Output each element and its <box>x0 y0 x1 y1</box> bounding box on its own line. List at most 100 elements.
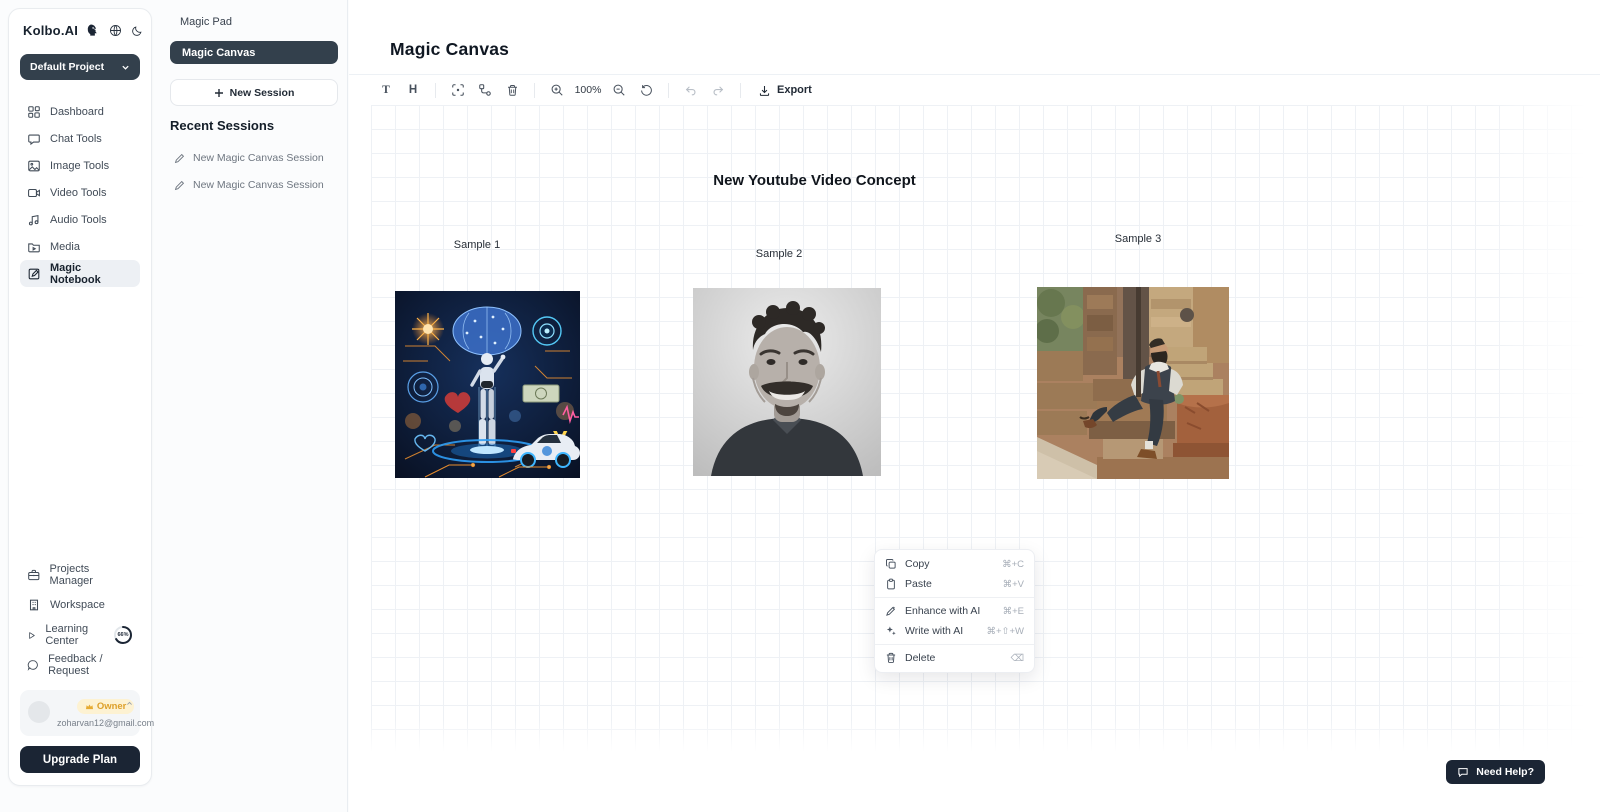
sample-2-label[interactable]: Sample 2 <box>724 248 834 260</box>
magic-canvas-item-selected[interactable]: Magic Canvas <box>170 41 338 64</box>
copy-icon <box>885 558 897 570</box>
context-menu-item-write-with-ai[interactable]: Write with AI ⌘+⇧+W <box>875 621 1034 641</box>
zoom-in-button[interactable] <box>546 79 568 101</box>
sidebar-item-audio-tools[interactable]: Audio Tools <box>20 206 140 233</box>
session-item-label: New Magic Canvas Session <box>193 179 324 191</box>
image-icon <box>27 159 41 173</box>
export-button[interactable]: Export <box>752 84 818 97</box>
context-menu-shortcut: ⌘+E <box>1003 606 1024 617</box>
context-menu-label: Delete <box>905 652 1003 664</box>
sidebar-item-projects-manager[interactable]: Projects Manager <box>20 560 140 590</box>
zoom-out-button[interactable] <box>608 79 630 101</box>
context-menu-item-enhance-with-ai[interactable]: Enhance with AI ⌘+E <box>875 601 1034 621</box>
sessions-panel: Magic Pad Magic Canvas New Session Recen… <box>152 0 348 812</box>
sidebar-item-learning-center[interactable]: Learning Center 66% <box>20 620 140 650</box>
main-area: Magic Canvas T H 100% <box>349 0 1600 812</box>
canvas-toolbar: T H 100% <box>349 74 1600 105</box>
undo-button[interactable] <box>680 79 702 101</box>
play-icon <box>27 629 36 642</box>
context-menu-item-delete[interactable]: Delete ⌫ <box>875 648 1034 668</box>
sidebar-item-media[interactable]: Media <box>20 233 140 260</box>
dashboard-icon <box>27 105 41 119</box>
chat-icon <box>27 132 41 146</box>
context-menu-shortcut: ⌘+C <box>1002 559 1024 570</box>
sidebar-item-video-tools[interactable]: Video Tools <box>20 179 140 206</box>
footer-item-label: Workspace <box>50 599 105 611</box>
sidebar: Kolbo.AI Default Project Dashboard <box>8 8 152 786</box>
sidebar-item-workspace[interactable]: Workspace <box>20 590 140 620</box>
recent-sessions-heading: Recent Sessions <box>170 118 274 133</box>
redo-icon <box>711 83 725 97</box>
export-label: Export <box>777 84 812 96</box>
sample-3-label[interactable]: Sample 3 <box>1083 233 1193 245</box>
enhance-ai-icon <box>885 605 897 617</box>
page-title: Magic Canvas <box>390 39 509 60</box>
plus-icon <box>214 88 224 98</box>
need-help-button[interactable]: Need Help? <box>1446 760 1545 784</box>
brand-logo: Kolbo.AI <box>23 23 78 38</box>
dark-mode-moon-icon[interactable] <box>131 25 143 37</box>
language-globe-icon[interactable] <box>109 24 122 37</box>
toolbar-divider <box>435 83 436 98</box>
delete-tool-button[interactable] <box>501 79 523 101</box>
footer-item-label: Feedback / Request <box>48 653 133 677</box>
sample-1-image[interactable]: ¥ <box>395 291 580 478</box>
session-item-label: New Magic Canvas Session <box>193 152 324 164</box>
sparkles-icon <box>885 625 897 637</box>
undo-icon <box>684 83 698 97</box>
app-window: Kolbo.AI Default Project Dashboard <box>0 0 1600 812</box>
sidebar-item-label: Audio Tools <box>50 214 107 226</box>
chevron-down-icon <box>121 63 130 72</box>
upgrade-plan-button[interactable]: Upgrade Plan <box>20 746 140 773</box>
brand-row: Kolbo.AI <box>20 23 140 38</box>
new-session-button[interactable]: New Session <box>170 79 338 106</box>
project-selector[interactable]: Default Project <box>20 54 140 80</box>
toolbar-divider <box>534 83 535 98</box>
heading-tool-button[interactable]: H <box>402 79 424 101</box>
crown-icon <box>85 703 94 710</box>
context-menu-shortcut: ⌘+⇧+W <box>986 626 1024 637</box>
sidebar-item-feedback-request[interactable]: Feedback / Request <box>20 650 140 680</box>
toolbar-divider <box>668 83 669 98</box>
session-item[interactable]: New Magic Canvas Session <box>174 179 344 191</box>
redo-button[interactable] <box>707 79 729 101</box>
sidebar-item-label: Magic Notebook <box>50 262 133 286</box>
user-email: zoharvan12@gmail.com <box>57 718 154 728</box>
magic-notebook-icon <box>27 267 41 281</box>
context-menu-label: Enhance with AI <box>905 605 995 617</box>
context-menu-item-paste[interactable]: Paste ⌘+V <box>875 574 1034 594</box>
sidebar-item-magic-notebook[interactable]: Magic Notebook <box>20 260 140 287</box>
learning-progress-ring: 66% <box>113 625 133 645</box>
sample-1-label[interactable]: Sample 1 <box>422 239 532 251</box>
sample-3-image[interactable] <box>1037 287 1229 479</box>
sidebar-item-dashboard[interactable]: Dashboard <box>20 98 140 125</box>
download-icon <box>758 84 771 97</box>
chevron-expand-icon[interactable] <box>126 700 133 707</box>
sidebar-item-label: Image Tools <box>50 160 109 172</box>
need-help-label: Need Help? <box>1476 766 1534 778</box>
sidebar-item-label: Chat Tools <box>50 133 102 145</box>
sidebar-item-chat-tools[interactable]: Chat Tools <box>20 125 140 152</box>
sidebar-item-label: Dashboard <box>50 106 104 118</box>
reset-view-button[interactable] <box>635 79 657 101</box>
select-region-button[interactable] <box>447 79 469 101</box>
sidebar-item-image-tools[interactable]: Image Tools <box>20 152 140 179</box>
trash-icon <box>506 84 519 97</box>
session-item[interactable]: New Magic Canvas Session <box>174 152 344 164</box>
paste-icon <box>885 578 897 590</box>
avatar <box>28 701 50 723</box>
connector-tool-button[interactable] <box>474 79 496 101</box>
sample-2-image[interactable] <box>693 288 881 476</box>
context-menu-item-copy[interactable]: Copy ⌘+C <box>875 554 1034 574</box>
trash-icon <box>885 652 897 664</box>
media-folder-icon <box>27 240 41 254</box>
footer-item-label: Projects Manager <box>50 563 133 587</box>
user-card[interactable]: Owner zoharvan12@gmail.com <box>20 690 140 736</box>
sidebar-item-label: Video Tools <box>50 187 106 199</box>
project-selector-label: Default Project <box>30 61 104 73</box>
footer-item-label: Learning Center <box>45 623 102 647</box>
magic-pad-item[interactable]: Magic Pad <box>170 13 338 31</box>
canvas-title-text[interactable]: New Youtube Video Concept <box>622 172 1007 189</box>
learning-progress-value: 66% <box>113 625 133 645</box>
text-tool-button[interactable]: T <box>375 79 397 101</box>
